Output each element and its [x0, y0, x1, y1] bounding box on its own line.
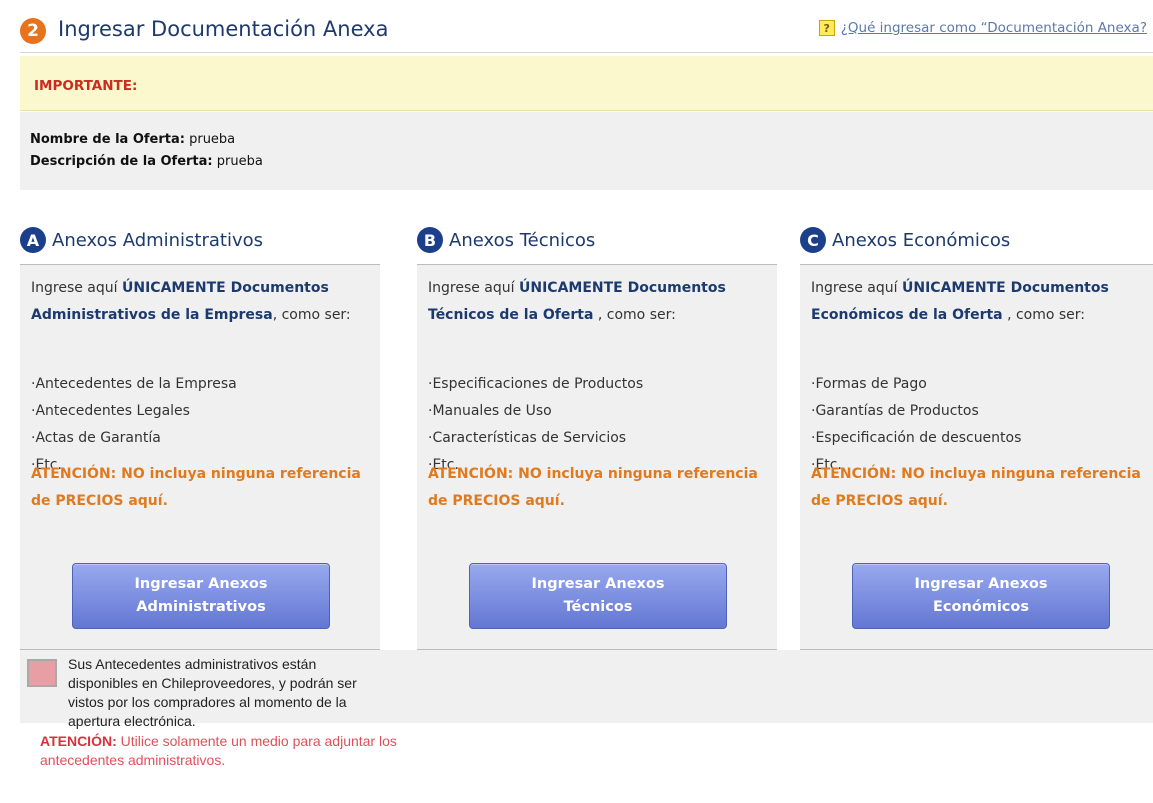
offer-info-panel: Nombre de la Oferta: prueba Descripción …	[20, 112, 1153, 190]
offer-description-label: Descripción de la Oferta:	[30, 154, 213, 169]
column-body: Ingrese aquí ÚNICAMENTE Documentos Econó…	[800, 264, 1153, 650]
offer-name-line: Nombre de la Oferta: prueba	[30, 132, 235, 147]
list-item: ·Especificaciones de Productos	[428, 376, 644, 392]
letter-c-badge-icon: C	[800, 227, 826, 253]
button-label-line2: Económicos	[932, 599, 1029, 615]
intro-prefix: Ingrese aquí	[811, 280, 902, 296]
list-item: ·Antecedentes Legales	[31, 403, 190, 419]
list-item: ·Formas de Pago	[811, 376, 927, 392]
important-bar: IMPORTANTE:	[20, 56, 1153, 111]
column-header: B Anexos Técnicos	[417, 220, 777, 262]
column-body: Ingrese aquí ÚNICAMENTE Documentos Técni…	[417, 264, 777, 650]
ingresar-anexos-economicos-button[interactable]: Ingresar Anexos Económicos	[852, 563, 1110, 629]
page-title: Ingresar Documentación Anexa	[58, 17, 389, 41]
column-intro: Ingrese aquí ÚNICAMENTE Documentos Admin…	[31, 275, 371, 329]
letter-a-badge-icon: A	[20, 227, 46, 253]
intro-suffix: , como ser:	[593, 307, 676, 323]
column-administrativos: A Anexos Administrativos Ingrese aquí ÚN…	[20, 220, 380, 650]
button-label-line1: Ingresar Anexos	[531, 576, 665, 592]
ingresar-anexos-tecnicos-button[interactable]: Ingresar Anexos Técnicos	[469, 563, 727, 629]
price-warning: ATENCIÓN: NO incluya ninguna referencia …	[31, 466, 361, 509]
button-label-line1: Ingresar Anexos	[914, 576, 1048, 592]
offer-name-value: prueba	[189, 132, 236, 147]
offer-description-value: prueba	[216, 154, 263, 169]
warning-label: ATENCIÓN:	[40, 733, 117, 749]
column-intro: Ingrese aquí ÚNICAMENTE Documentos Técni…	[428, 275, 768, 329]
button-label-line2: Administrativos	[136, 599, 266, 615]
help-link[interactable]: ¿Qué ingresar como “Documentación Anexa?	[841, 20, 1147, 36]
section-header: 2 Ingresar Documentación Anexa ? ¿Qué in…	[20, 16, 1153, 50]
intro-prefix: Ingrese aquí	[31, 280, 122, 296]
help-question-icon[interactable]: ?	[818, 20, 835, 36]
intro-suffix: , como ser:	[1002, 307, 1086, 323]
button-label-line2: Técnicos	[563, 599, 633, 615]
admin-availability-text: Sus Antecedentes administrativos están d…	[68, 656, 357, 729]
admin-notice-panel: Sus Antecedentes administrativos están d…	[20, 650, 1153, 768]
column-title: Anexos Técnicos	[449, 230, 596, 251]
price-warning: ATENCIÓN: NO incluya ninguna referencia …	[428, 466, 758, 509]
column-intro: Ingrese aquí ÚNICAMENTE Documentos Econó…	[811, 275, 1151, 329]
ingresar-anexos-administrativos-button[interactable]: Ingresar Anexos Administrativos	[72, 563, 330, 629]
offer-name-label: Nombre de la Oferta:	[30, 132, 185, 147]
column-tecnicos: B Anexos Técnicos Ingrese aquí ÚNICAMENT…	[417, 220, 777, 650]
button-label-line1: Ingresar Anexos	[134, 576, 268, 592]
step-number-badge: 2	[20, 18, 46, 44]
column-title: Anexos Administrativos	[52, 230, 264, 251]
list-item: ·Garantías de Productos	[811, 403, 979, 419]
column-header: A Anexos Administrativos	[20, 220, 380, 262]
list-item: ·Características de Servicios	[428, 430, 627, 446]
intro-suffix: , como ser:	[272, 307, 351, 323]
list-item: ·Especificación de descuentos	[811, 430, 1022, 446]
offer-description-line: Descripción de la Oferta: prueba	[30, 154, 263, 169]
status-swatch-icon	[27, 659, 57, 687]
admin-attach-warning: ATENCIÓN: Utilice solamente un medio par…	[40, 732, 420, 770]
header-divider	[20, 52, 1153, 53]
column-body: Ingrese aquí ÚNICAMENTE Documentos Admin…	[20, 264, 380, 650]
column-header: C Anexos Económicos	[800, 220, 1153, 262]
help-link-group[interactable]: ? ¿Qué ingresar como “Documentación Anex…	[818, 20, 1147, 36]
list-item: ·Manuales de Uso	[428, 403, 552, 419]
important-label: IMPORTANTE:	[34, 78, 138, 94]
list-item: ·Antecedentes de la Empresa	[31, 376, 237, 392]
column-economicos: C Anexos Económicos Ingrese aquí ÚNICAME…	[800, 220, 1153, 650]
price-warning: ATENCIÓN: NO incluya ninguna referencia …	[811, 466, 1141, 509]
column-title: Anexos Económicos	[832, 230, 1011, 251]
list-item: ·Actas de Garantía	[31, 430, 161, 446]
letter-b-badge-icon: B	[417, 227, 443, 253]
intro-prefix: Ingrese aquí	[428, 280, 519, 296]
